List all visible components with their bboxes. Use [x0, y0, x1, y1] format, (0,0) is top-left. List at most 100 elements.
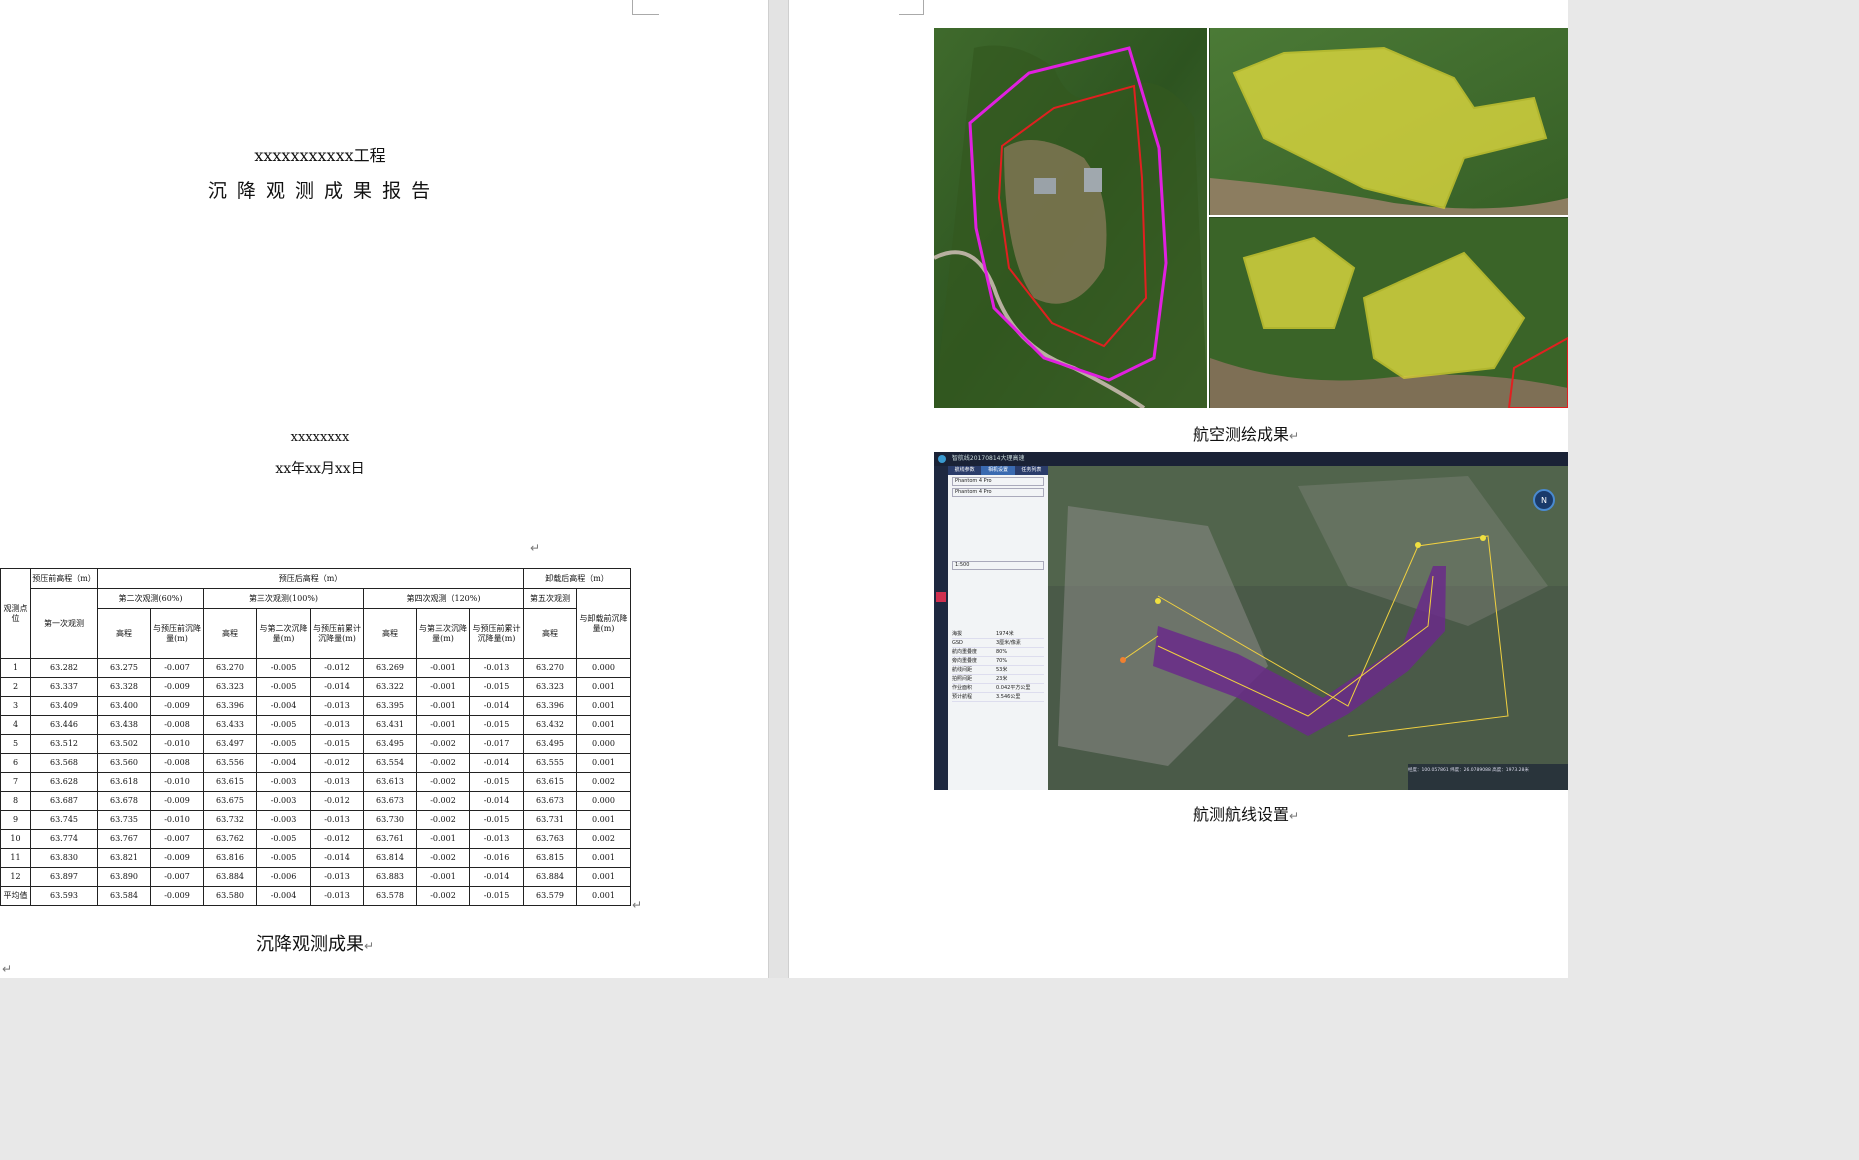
- table-cell: 63.731: [523, 810, 577, 830]
- ui-param-label: GSD: [952, 640, 963, 646]
- table-cell: 63.821: [97, 848, 151, 868]
- ui-param-label: 拍照间距: [952, 676, 973, 682]
- table-cell: 63.579: [523, 886, 577, 906]
- table-cell: 63.438: [97, 715, 151, 735]
- table-cell: 63.323: [523, 677, 577, 697]
- table-cell: -0.015: [310, 734, 364, 754]
- table-cell: -0.002: [416, 791, 470, 811]
- table-cell: 63.497: [203, 734, 257, 754]
- header-obs1: 第一次观测: [30, 588, 98, 659]
- table-cell: 63.890: [97, 867, 151, 887]
- drone-model-select[interactable]: Phantom 4 Pro: [952, 488, 1044, 497]
- table-cell: 63.628: [30, 772, 98, 792]
- header-d-unload: 与卸载前沉降量(m): [576, 588, 631, 659]
- table-cell: -0.002: [416, 734, 470, 754]
- table-cell: 63.446: [30, 715, 98, 735]
- table-cell: -0.002: [416, 886, 470, 906]
- ui-settings-panel: 航线参数 相机设置 任务列表 Phantom 4 Pro Phantom 4 P…: [948, 466, 1048, 790]
- table-cell: -0.002: [416, 753, 470, 773]
- table-cell: 63.396: [523, 696, 577, 716]
- table-cell: 63.883: [363, 867, 417, 887]
- table-cell: -0.002: [416, 810, 470, 830]
- table-cell: 63.618: [97, 772, 151, 792]
- table-cell: -0.003: [256, 772, 311, 792]
- ui-param-row: 海拔 1974米: [952, 630, 1044, 639]
- table-cell: -0.013: [469, 829, 524, 849]
- table-cell: -0.002: [416, 772, 470, 792]
- drone-model-select[interactable]: Phantom 4 Pro: [952, 477, 1044, 486]
- table-cell: -0.013: [310, 867, 364, 887]
- ui-param-row: 拍照间距 23米: [952, 675, 1044, 684]
- table-cell: 6: [0, 753, 31, 773]
- tab-route-params[interactable]: 航线参数: [948, 466, 981, 475]
- tab-task-list[interactable]: 任务列表: [1015, 466, 1048, 475]
- header-elev: 高程: [203, 608, 257, 659]
- table-cell: 63.732: [203, 810, 257, 830]
- table-cell: 63.884: [523, 867, 577, 887]
- route-caption-text: 航测航线设置: [1193, 805, 1290, 824]
- table-cell: 3: [0, 696, 31, 716]
- header-elev: 高程: [97, 608, 151, 659]
- table-cell: -0.012: [310, 791, 364, 811]
- scale-input[interactable]: 1:500: [952, 561, 1044, 570]
- table-cell: 63.673: [363, 791, 417, 811]
- route-tool-icon: [936, 592, 946, 602]
- table-cell: -0.007: [150, 658, 204, 678]
- table-cell: 0.002: [576, 772, 631, 792]
- header-elev: 高程: [363, 608, 417, 659]
- ui-tabs: 航线参数 相机设置 任务列表: [948, 466, 1048, 475]
- table-cell: 63.774: [30, 829, 98, 849]
- table-cell: 63.675: [203, 791, 257, 811]
- ui-param-row: 作业面积 0.042平方公里: [952, 684, 1044, 693]
- return-mark: ↵: [2, 962, 13, 976]
- table-cell: 0.001: [576, 696, 631, 716]
- table-cell: -0.001: [416, 829, 470, 849]
- settlement-table: 观测点位 预压前高程（m） 预压后高程（m） 卸载后高程（m） 第一次观测 第二…: [0, 568, 631, 906]
- table-cell: -0.007: [150, 867, 204, 887]
- table-cell: 0.002: [576, 829, 631, 849]
- project-name: xxxxxxxxxxx工程: [254, 146, 386, 165]
- table-caption-text: 沉降观测成果: [256, 934, 364, 955]
- table-cell: -0.015: [469, 677, 524, 697]
- table-cell: -0.007: [150, 829, 204, 849]
- table-cell: -0.009: [150, 791, 204, 811]
- table-cell: -0.015: [469, 810, 524, 830]
- table-cell: 63.815: [523, 848, 577, 868]
- table-cell: -0.014: [469, 791, 524, 811]
- table-row: 平均值 63.593 63.584 -0.009 63.580 -0.004 -0.013 6…: [0, 886, 631, 906]
- table-cell: 0.000: [576, 734, 631, 754]
- table-cell: -0.005: [256, 848, 311, 868]
- table-cell: 63.432: [523, 715, 577, 735]
- table-row: 1 63.282 63.275 -0.007 63.270 -0.005 -0.012 63.…: [0, 658, 631, 678]
- table-cell: 63.568: [30, 753, 98, 773]
- header-unload: 卸载后高程（m）: [523, 568, 631, 589]
- tab-camera-settings[interactable]: 相机设置: [981, 466, 1015, 475]
- ui-param-value: 23米: [996, 676, 1008, 682]
- table-cell: 63.270: [523, 658, 577, 678]
- table-cell: 63.322: [363, 677, 417, 697]
- table-row: 10 63.774 63.767 -0.007 63.762 -0.005 -0.012 63…: [0, 829, 631, 849]
- return-mark: ↵: [364, 939, 375, 953]
- ui-param-label: 作业面积: [952, 685, 973, 691]
- table-cell: 63.584: [97, 886, 151, 906]
- table-cell: -0.015: [469, 715, 524, 735]
- table-cell: 63.409: [30, 696, 98, 716]
- header-obs4: 第四次观测（120%): [363, 588, 524, 609]
- ui-param-value: 70%: [996, 658, 1008, 664]
- table-cell: -0.015: [469, 886, 524, 906]
- ui-param-label: 旁向重叠度: [952, 658, 978, 664]
- table-cell: -0.005: [256, 658, 311, 678]
- table-cell: 63.613: [363, 772, 417, 792]
- table-cell: -0.004: [256, 696, 311, 716]
- table-cell: 63.735: [97, 810, 151, 830]
- ui-param-value: 80%: [996, 649, 1008, 655]
- table-cell: 63.554: [363, 753, 417, 773]
- ui-param-row: 预计航程 3.546公里: [952, 693, 1044, 702]
- ui-titlebar: 智航线20170814大理高速: [934, 452, 1568, 466]
- header-d-2nd: 与第二次沉降量(m): [256, 608, 311, 659]
- table-row: 3 63.409 63.400 -0.009 63.396 -0.004 -0.013 63.…: [0, 696, 631, 716]
- ui-param-row: 航向重叠度 80%: [952, 648, 1044, 657]
- table-cell: 0.000: [576, 658, 631, 678]
- table-row: 5 63.512 63.502 -0.010 63.497 -0.005 -0.015 63.…: [0, 734, 631, 754]
- table-cell: -0.010: [150, 772, 204, 792]
